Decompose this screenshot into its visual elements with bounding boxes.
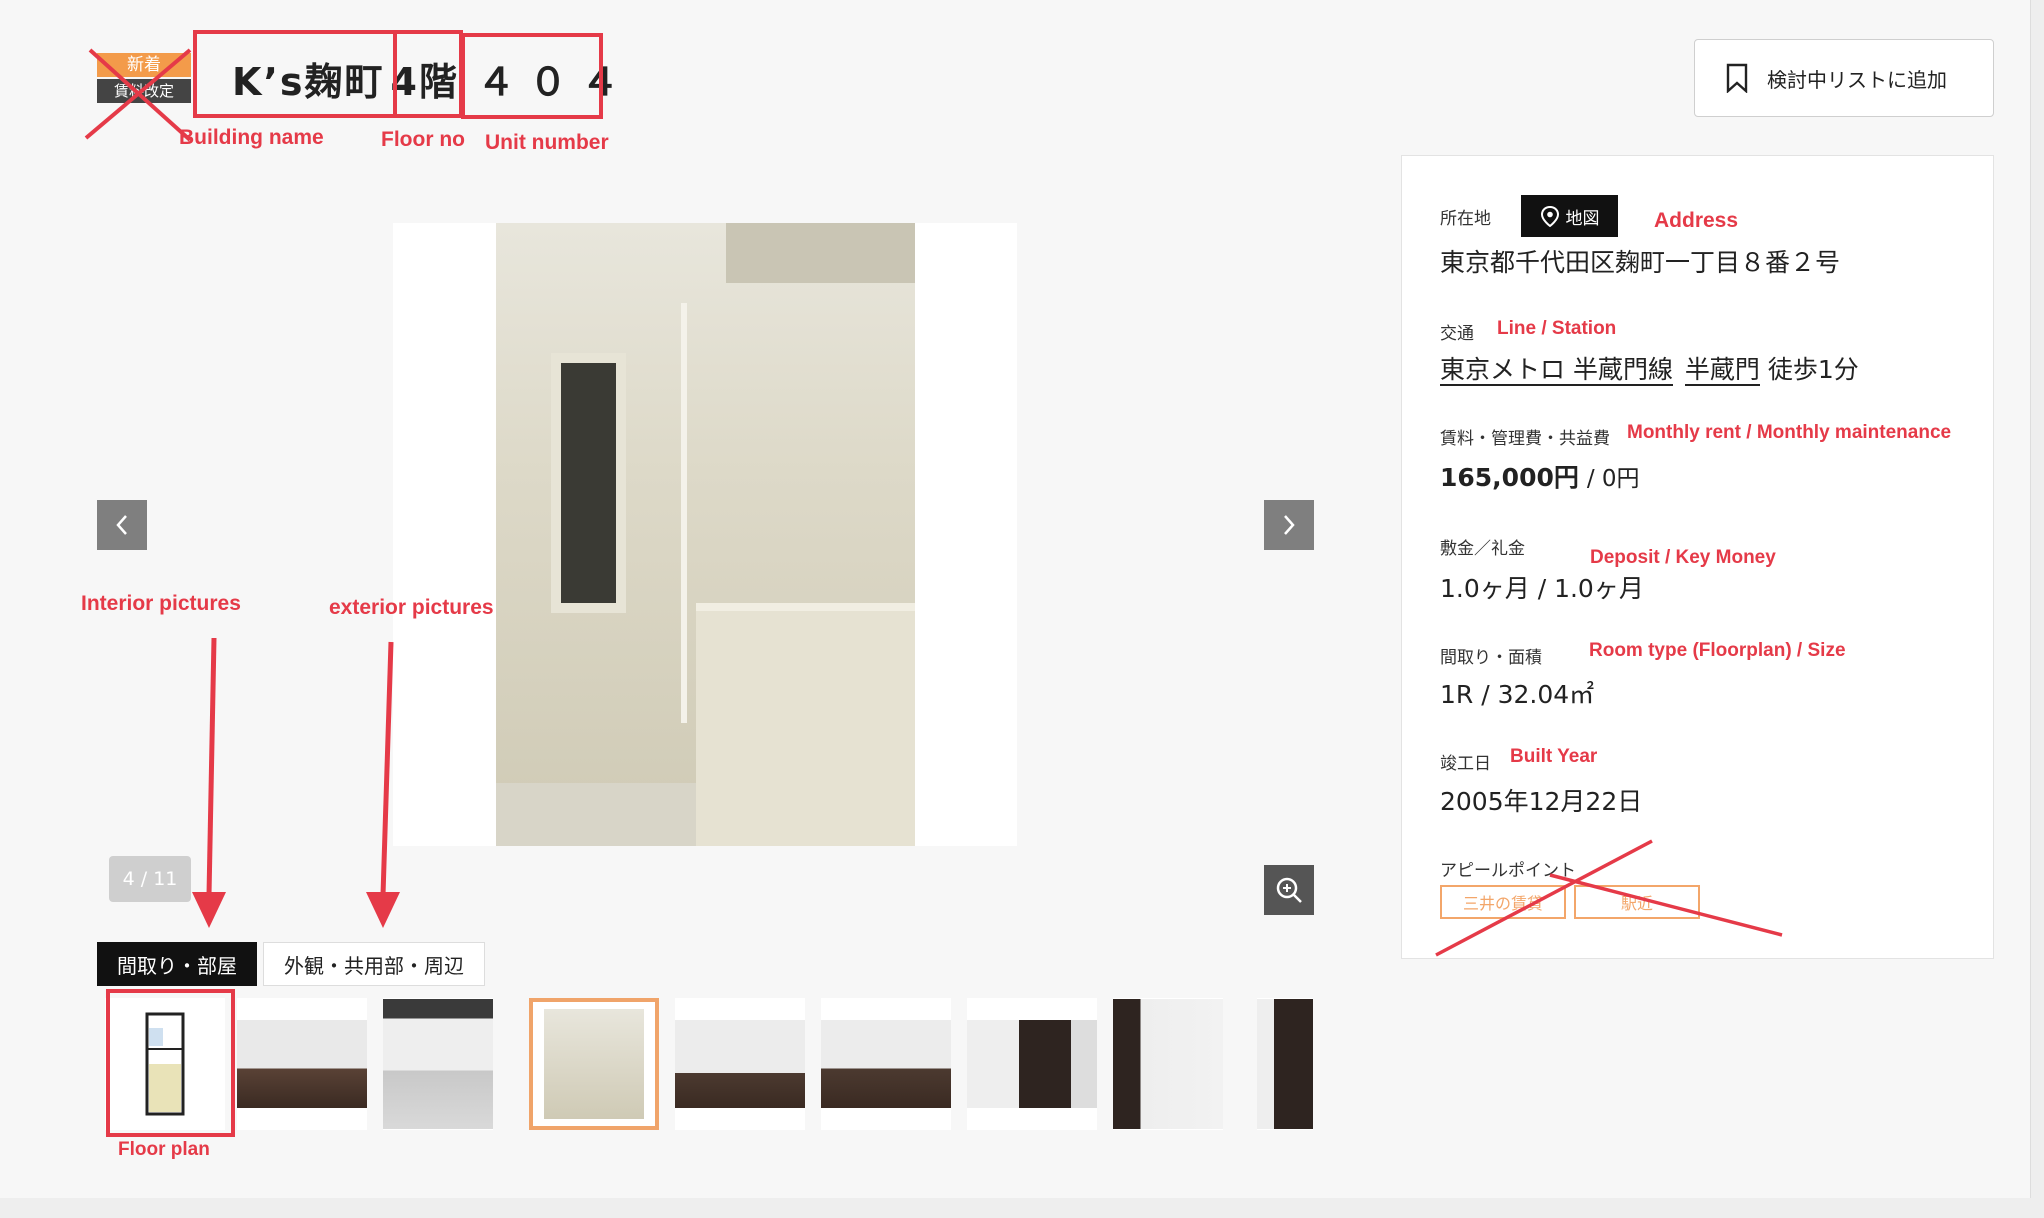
rent-revised-badge: 賃料改定 xyxy=(97,79,191,103)
rent-label: 賃料・管理費・共益費 xyxy=(1440,429,1610,449)
interior-pictures-annotation: Interior pictures xyxy=(81,592,241,615)
floor-plan-annotation: Floor plan xyxy=(118,1139,210,1160)
bookmark-icon xyxy=(1726,63,1748,93)
thumbnail-photo[interactable] xyxy=(821,998,951,1130)
floor-no-annotation: Floor no xyxy=(381,128,465,151)
scrollbar-strip xyxy=(2030,0,2044,1218)
building-name-annotation: Building name xyxy=(179,126,324,149)
photo-counter: 4 / 11 xyxy=(109,856,191,902)
deposit-annotation: Deposit / Key Money xyxy=(1590,547,1776,568)
page-footer-strip xyxy=(0,1198,2044,1218)
bathroom-photo xyxy=(496,223,915,846)
appeal-tag: 駅近 xyxy=(1574,885,1700,919)
floor-plan-box xyxy=(106,989,235,1137)
thumbnail-photo[interactable] xyxy=(967,998,1097,1130)
next-photo-button[interactable] xyxy=(1264,500,1314,550)
room-type-annotation: Room type (Floorplan) / Size xyxy=(1589,640,1846,661)
address-label: 所在地 xyxy=(1440,209,1491,229)
thumbnail-photo[interactable] xyxy=(675,998,805,1130)
address-annotation: Address xyxy=(1654,209,1739,232)
thumbnail-photo[interactable] xyxy=(237,998,367,1130)
thumbnail-photo[interactable] xyxy=(1113,998,1223,1130)
deposit-label: 敷金／礼金 xyxy=(1440,539,1525,559)
appeal-tag: 三井の賃貸 xyxy=(1440,885,1566,919)
zoom-button[interactable] xyxy=(1264,865,1314,915)
tab-rooms[interactable]: 間取り・部屋 xyxy=(97,942,257,986)
layout-label: 間取り・面積 xyxy=(1440,648,1542,668)
deposit-value: 1.0ヶ月 / 1.0ヶ月 xyxy=(1440,574,1644,603)
annotation-arrows xyxy=(192,637,400,928)
built-label: 竣工日 xyxy=(1440,754,1491,774)
tab-exterior[interactable]: 外観・共用部・周辺 xyxy=(263,942,485,986)
transport-value: 東京メトロ 半蔵門線 半蔵門 徒歩1分 xyxy=(1440,350,1859,386)
line-link[interactable]: 東京メトロ 半蔵門線 xyxy=(1440,355,1673,386)
thumbnail-photo[interactable] xyxy=(383,998,493,1130)
thumbnail-photo-selected[interactable] xyxy=(529,998,659,1130)
built-year-annotation: Built Year xyxy=(1510,746,1598,767)
built-value: 2005年12月22日 xyxy=(1440,787,1643,816)
layout-value: 1R / 32.04㎡ xyxy=(1440,680,1595,709)
rent-value: 165,000円 xyxy=(1440,463,1579,492)
maintenance-value: / 0円 xyxy=(1586,466,1640,492)
map-button-label: 地図 xyxy=(1565,208,1600,229)
unit-number-box xyxy=(461,33,603,119)
zoom-in-icon xyxy=(1276,877,1302,903)
prev-photo-button[interactable] xyxy=(97,500,147,550)
building-name-box xyxy=(193,30,397,118)
map-pin-icon xyxy=(1540,205,1559,227)
main-photo[interactable] xyxy=(393,223,1017,846)
station-link[interactable]: 半蔵門 xyxy=(1684,355,1760,386)
exterior-pictures-annotation: exterior pictures xyxy=(329,596,494,619)
new-badge: 新着 xyxy=(97,53,191,77)
add-to-list-label: 検討中リストに追加 xyxy=(1767,67,1947,92)
appeal-label: アピールポイント xyxy=(1440,861,1576,881)
rent-annotation: Monthly rent / Monthly maintenance xyxy=(1627,422,1952,443)
transport-label: 交通 xyxy=(1440,324,1474,344)
floor-no-box xyxy=(393,30,463,118)
chevron-left-icon xyxy=(116,515,127,535)
line-station-annotation: Line / Station xyxy=(1497,318,1617,339)
address-value: 東京都千代田区麹町一丁目８番２号 xyxy=(1440,248,1841,277)
thumbnail-photo[interactable] xyxy=(1257,998,1313,1130)
chevron-right-icon xyxy=(1284,515,1295,535)
walk-time: 徒歩1分 xyxy=(1767,355,1859,384)
rent-value-row: 165,000円 / 0円 xyxy=(1440,458,1640,494)
add-to-list-button[interactable]: 検討中リストに追加 xyxy=(1694,39,1994,117)
map-button[interactable]: 地図 xyxy=(1521,195,1618,237)
unit-number-annotation: Unit number xyxy=(485,131,609,154)
thumbnail-strip xyxy=(97,998,1313,1132)
